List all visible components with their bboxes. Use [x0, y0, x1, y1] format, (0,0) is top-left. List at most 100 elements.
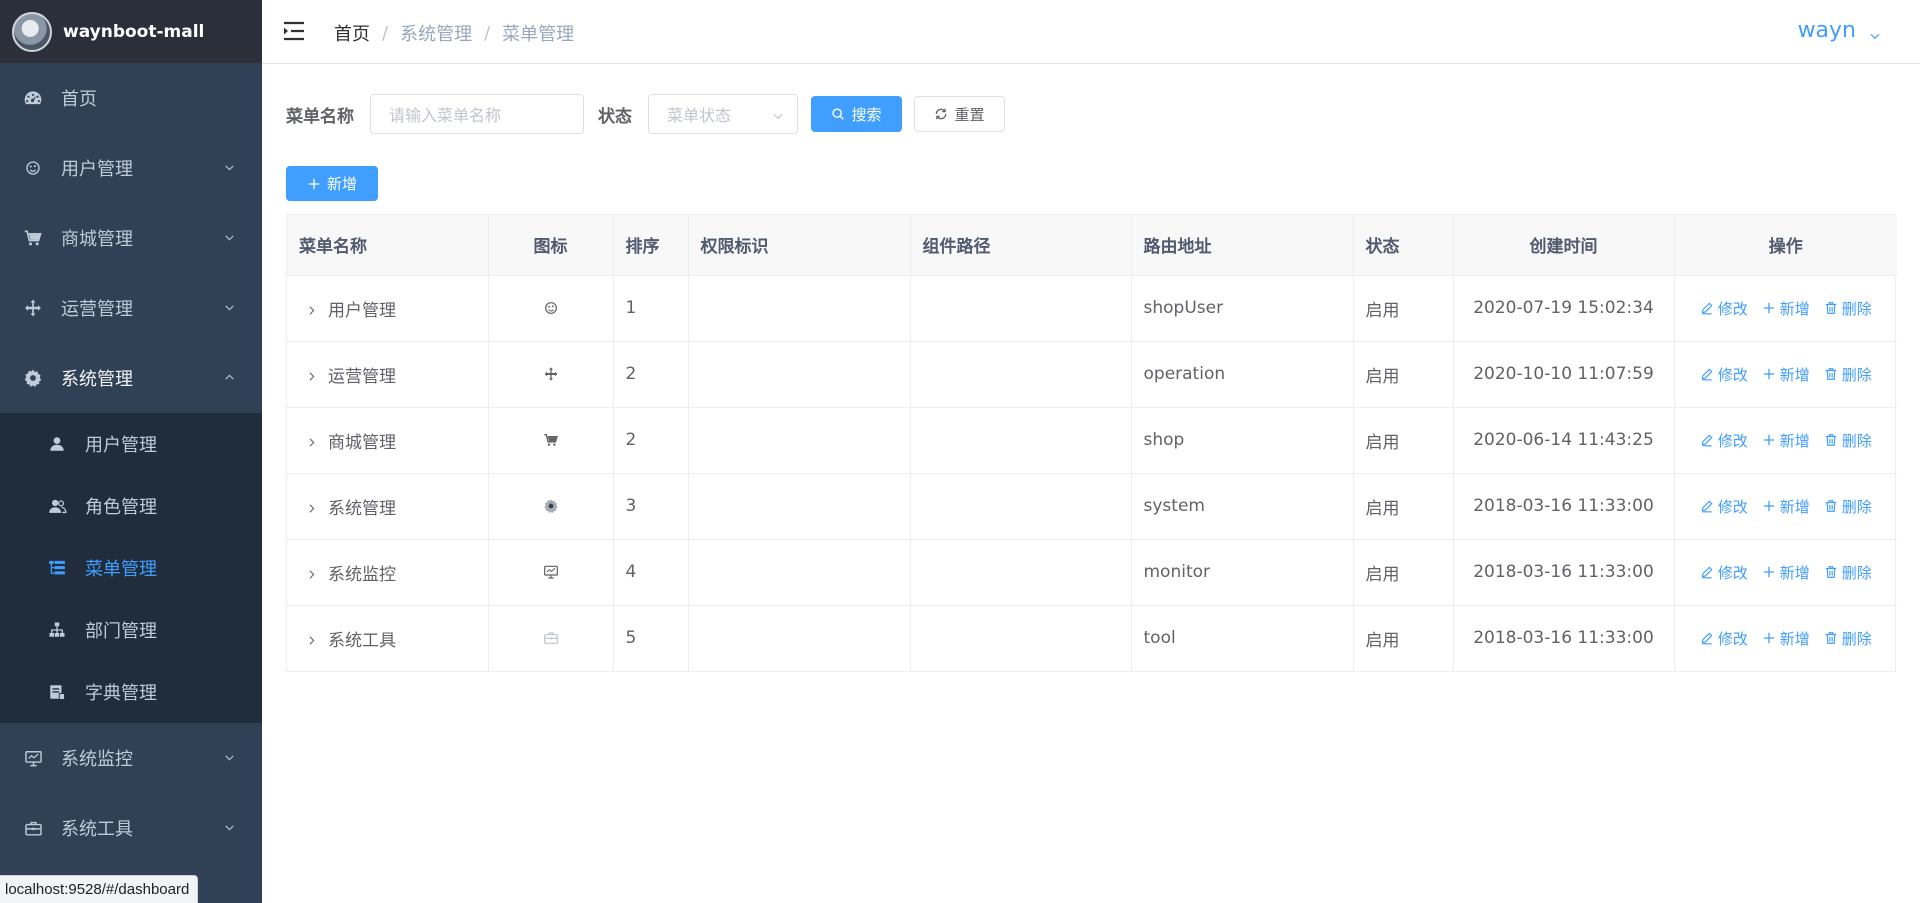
cell-status: 启用: [1353, 539, 1454, 606]
sidebar-item-label: 系统管理: [61, 369, 133, 390]
sidebar-item-system-monitor[interactable]: 系统监控: [0, 723, 262, 793]
add-label: 新增: [1779, 365, 1810, 384]
add-menu-button[interactable]: 新增: [286, 166, 378, 201]
table-row: 商城管理 2 shop 启用 2020-06-14 11:43:25 修改 新增 删除: [287, 407, 1897, 474]
sidebar-item-user-management[interactable]: 用户管理: [0, 133, 262, 203]
sidebar-item-system-tools[interactable]: 系统工具: [0, 793, 262, 863]
search-button-label: 搜索: [851, 105, 882, 124]
cell-status: 启用: [1353, 341, 1454, 408]
delete-label: 删除: [1841, 497, 1872, 516]
edit-label: 修改: [1717, 299, 1748, 318]
submenu-system: 用户管理 角色管理 菜单管理 部门管理 字典管理: [0, 413, 262, 723]
search-button[interactable]: 搜索: [811, 96, 902, 132]
add-child-button[interactable]: 新增: [1762, 496, 1810, 517]
username: wayn: [1797, 18, 1856, 43]
chevron-right-icon[interactable]: [304, 304, 318, 318]
edit-button[interactable]: 修改: [1700, 496, 1748, 517]
delete-button[interactable]: 删除: [1824, 562, 1872, 583]
chevron-down-icon: [771, 108, 785, 122]
table-row: 系统工具 5 tool 启用 2018-03-16 11:33:00 修改 新增 删除: [287, 605, 1897, 671]
cell-icon: [488, 473, 614, 540]
reset-button[interactable]: 重置: [914, 96, 1005, 132]
cell-order: 1: [613, 275, 689, 342]
breadcrumb-separator: /: [382, 22, 389, 44]
menu-name-input[interactable]: 请输入菜单名称: [370, 94, 584, 134]
add-child-button[interactable]: 新增: [1762, 628, 1810, 649]
edit-icon: [1700, 565, 1714, 579]
cell-actions: 修改 新增 删除: [1674, 407, 1897, 474]
delete-button[interactable]: 删除: [1824, 628, 1872, 649]
column-header: 排序: [613, 215, 689, 276]
cell-component: [910, 407, 1132, 474]
move-icon: [22, 297, 44, 319]
edit-label: 修改: [1717, 563, 1748, 582]
cell-icon: [488, 539, 614, 606]
delete-button[interactable]: 删除: [1824, 496, 1872, 517]
cell-icon: [488, 341, 614, 408]
chevron-right-icon[interactable]: [304, 370, 318, 384]
column-header: 创建时间: [1453, 215, 1675, 276]
edit-button[interactable]: 修改: [1700, 430, 1748, 451]
sidebar-subitem-dept[interactable]: 部门管理: [0, 599, 262, 661]
add-label: 新增: [1779, 629, 1810, 648]
table-row: 系统监控 4 monitor 启用 2018-03-16 11:33:00 修改 新增 删除: [287, 539, 1897, 606]
delete-label: 删除: [1841, 431, 1872, 450]
cell-icon: [488, 275, 614, 342]
add-label: 新增: [1779, 299, 1810, 318]
breadcrumb-item-system: 系统管理: [400, 24, 473, 45]
dict-icon: [47, 682, 67, 702]
status-select[interactable]: 菜单状态: [648, 94, 798, 134]
add-child-button[interactable]: 新增: [1762, 298, 1810, 319]
sidebar-item-mall-management[interactable]: 商城管理: [0, 203, 262, 273]
delete-label: 删除: [1841, 365, 1872, 384]
add-label: 新增: [1779, 497, 1810, 516]
edit-button[interactable]: 修改: [1700, 628, 1748, 649]
breadcrumb-item-home[interactable]: 首页: [334, 20, 370, 46]
cell-actions: 修改 新增 删除: [1674, 473, 1897, 540]
table-row: 用户管理 1 shopUser 启用 2020-07-19 15:02:34 修改 新增 删除: [287, 275, 1897, 342]
chevron-right-icon[interactable]: [304, 436, 318, 450]
add-child-button[interactable]: 新增: [1762, 364, 1810, 385]
user-dropdown[interactable]: wayn: [1798, 18, 1882, 43]
delete-button[interactable]: 删除: [1824, 364, 1872, 385]
navbar: 首页 / 系统管理 / 菜单管理 wayn: [262, 0, 1920, 64]
sidebar-item-system-management[interactable]: 系统管理: [0, 343, 262, 413]
sidebar-item-home[interactable]: 首页: [0, 63, 262, 133]
plus-icon: [1762, 499, 1776, 513]
sidebar-item-operation-management[interactable]: 运营管理: [0, 273, 262, 343]
delete-button[interactable]: 删除: [1824, 298, 1872, 319]
delete-label: 删除: [1841, 629, 1872, 648]
add-child-button[interactable]: 新增: [1762, 430, 1810, 451]
monitor-icon: [542, 563, 560, 581]
hamburger-icon[interactable]: [282, 20, 306, 42]
edit-button[interactable]: 修改: [1700, 562, 1748, 583]
delete-icon: [1824, 565, 1838, 579]
sidebar-subitem-user[interactable]: 用户管理: [0, 413, 262, 475]
chevron-right-icon[interactable]: [304, 502, 318, 516]
chevron-down-icon: [222, 300, 236, 314]
delete-button[interactable]: 删除: [1824, 430, 1872, 451]
chevron-right-icon[interactable]: [304, 634, 318, 648]
cell-order: 5: [613, 605, 689, 671]
sidebar-item-label: 系统监控: [61, 749, 133, 770]
status-label: 状态: [598, 106, 632, 127]
add-child-button[interactable]: 新增: [1762, 562, 1810, 583]
sidebar-subitem-dict[interactable]: 字典管理: [0, 661, 262, 723]
edit-label: 修改: [1717, 431, 1748, 450]
cell-path: shopUser: [1131, 275, 1354, 342]
cell-menu-name: 系统管理: [287, 473, 489, 540]
edit-button[interactable]: 修改: [1700, 364, 1748, 385]
cell-created: 2018-03-16 11:33:00: [1453, 473, 1675, 540]
logo[interactable]: waynboot-mall: [0, 0, 262, 63]
peoples-icon: [22, 157, 44, 179]
column-header: 操作: [1674, 215, 1897, 276]
gear-icon: [542, 497, 560, 515]
sidebar-subitem-menu[interactable]: 菜单管理: [0, 537, 262, 599]
sidebar-subitem-role[interactable]: 角色管理: [0, 475, 262, 537]
column-header: 图标: [488, 215, 614, 276]
chevron-right-icon[interactable]: [304, 568, 318, 582]
cell-perms: [688, 539, 911, 606]
edit-button[interactable]: 修改: [1700, 298, 1748, 319]
delete-icon: [1824, 433, 1838, 447]
sidebar-subitem-label: 用户管理: [85, 435, 157, 456]
